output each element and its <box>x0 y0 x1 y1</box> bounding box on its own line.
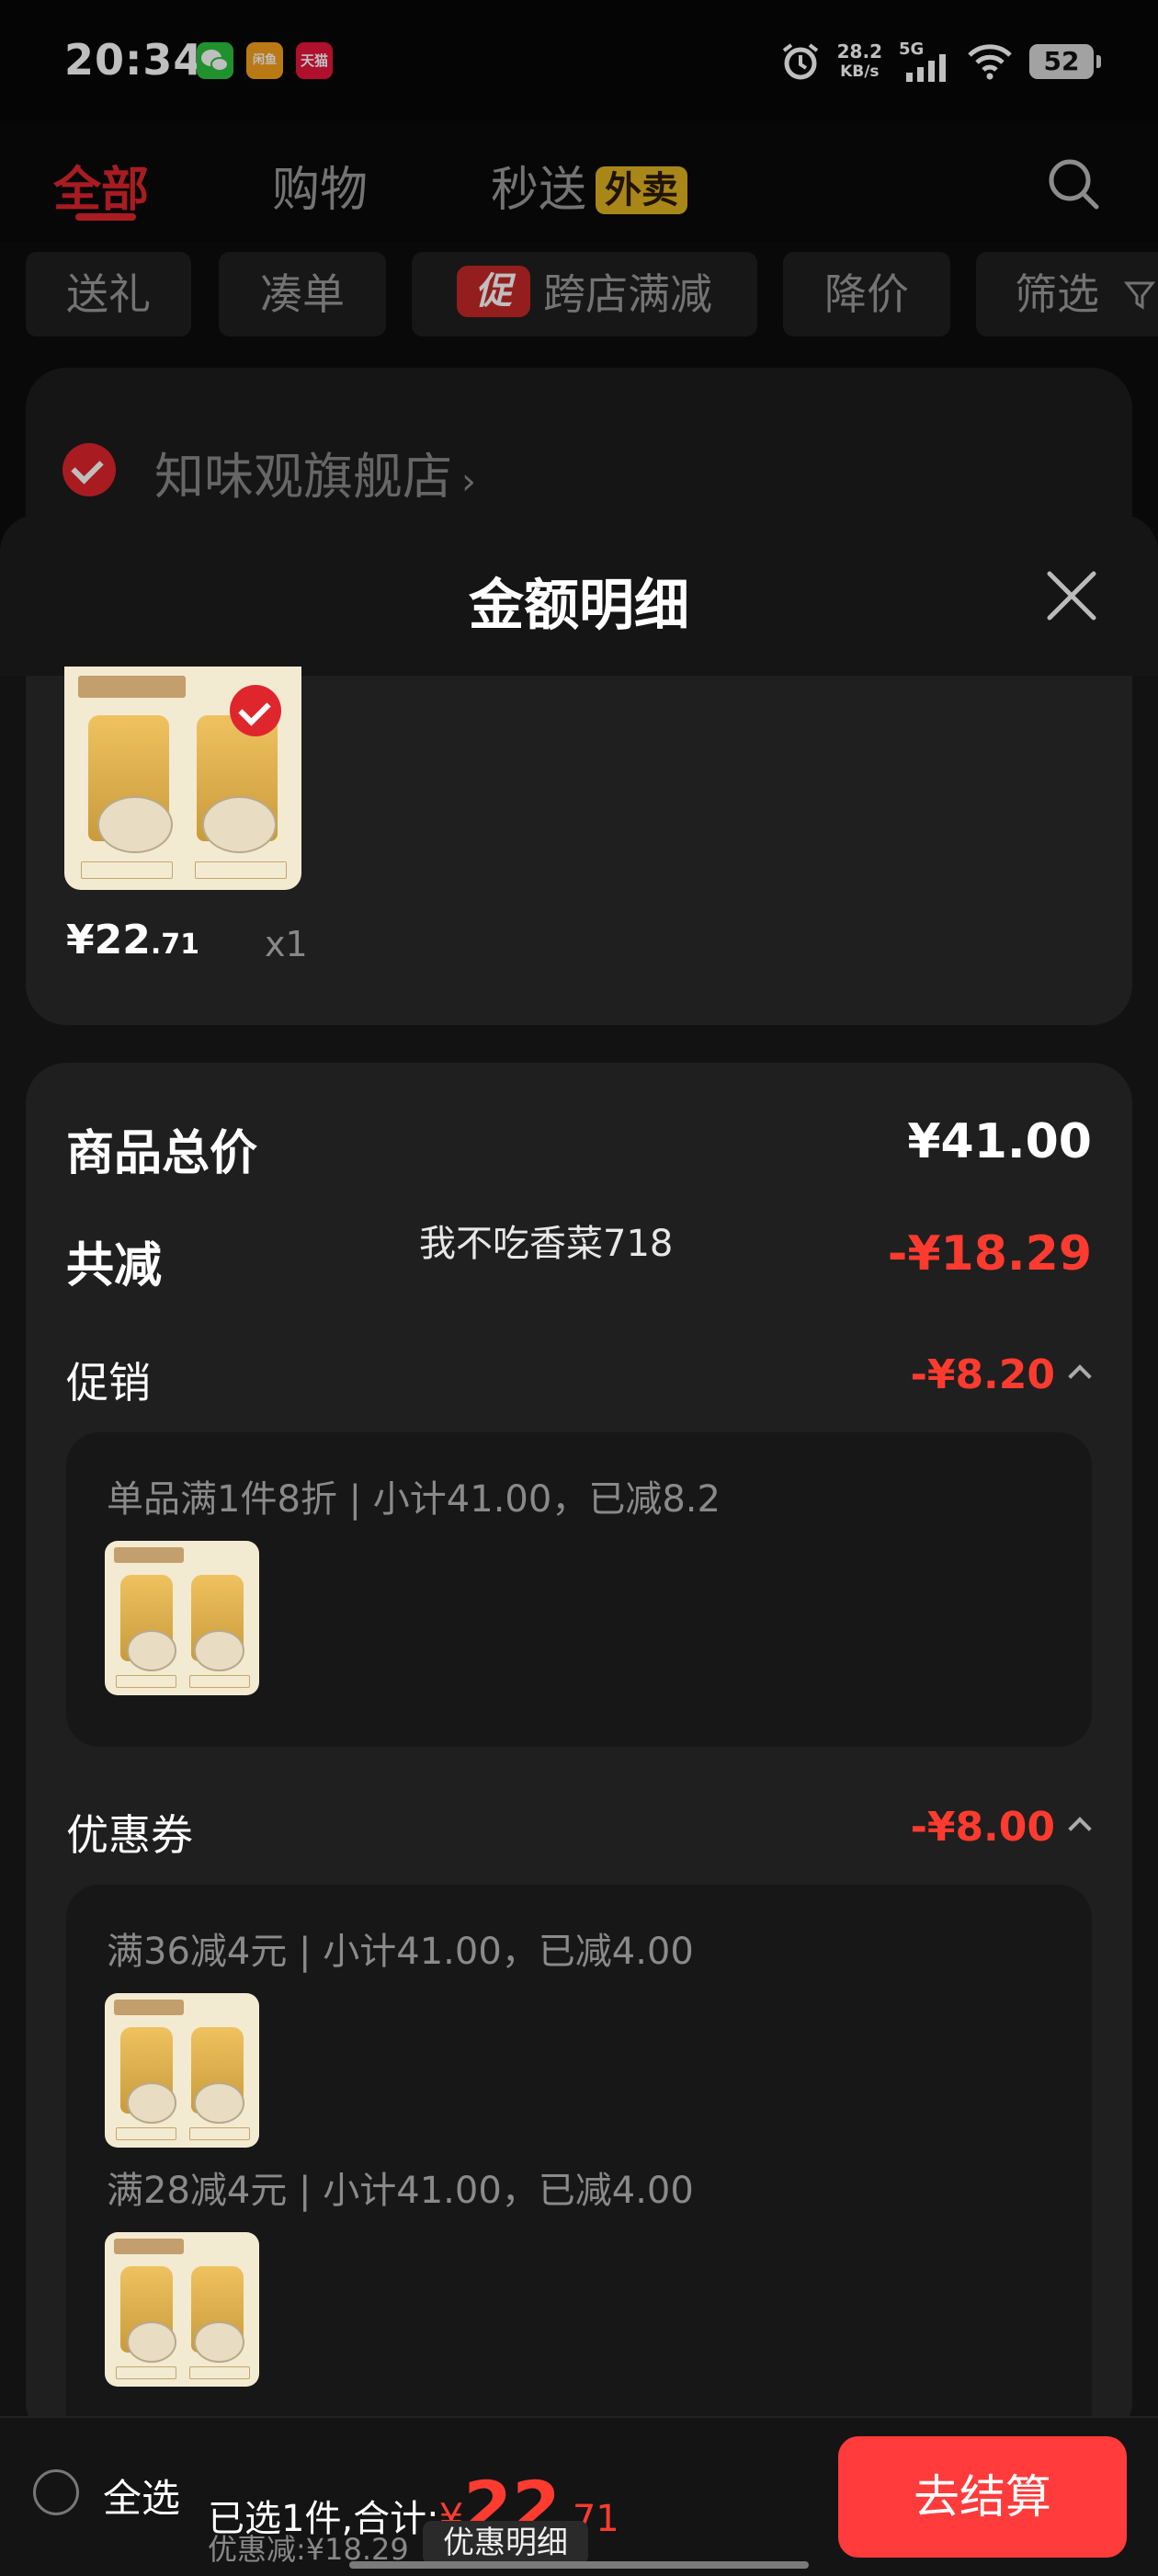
home-indicator[interactable] <box>349 2561 809 2569</box>
chevron-up-icon <box>1068 1817 1092 1841</box>
filter-icon <box>1123 281 1155 310</box>
coupon-product-image-2 <box>105 2232 259 2387</box>
tab-all[interactable]: 全部 <box>53 151 149 220</box>
chevron-up-icon <box>1068 1364 1092 1388</box>
user-watermark: 我不吃香菜718 <box>419 1223 674 1265</box>
total-price-value: ¥41.00 <box>907 1114 1092 1169</box>
chip-filter[interactable]: 筛选 <box>976 252 1158 336</box>
item-check-icon[interactable] <box>230 685 281 736</box>
promo-product-image <box>105 1541 259 1695</box>
promo-label: 促销 <box>66 1358 151 1408</box>
discount-detail-button[interactable]: 优惠明细 <box>423 2521 588 2565</box>
coupon-toggle[interactable]: -¥8.00 <box>911 1804 1092 1851</box>
alarm-icon <box>782 43 818 80</box>
tab-active-indicator <box>75 213 136 221</box>
battery-icon: 52 <box>1029 44 1101 79</box>
tab-instant-delivery[interactable]: 秒送 外卖 <box>491 151 688 220</box>
signal-icon: 5G <box>899 40 950 82</box>
checkout-button[interactable]: 去结算 <box>838 2436 1127 2558</box>
status-bar: 20:34 闲鱼 天猫 28.2 KB/s 5G 52 <box>0 0 1158 123</box>
total-price-label: 商品总价 <box>66 1126 258 1181</box>
select-all-radio[interactable] <box>33 2469 79 2515</box>
wifi-icon <box>968 44 1012 80</box>
coupon-label: 优惠券 <box>66 1810 193 1860</box>
chip-price-drop[interactable]: 降价 <box>783 252 950 336</box>
total-discount-label: 共减 <box>66 1238 163 1294</box>
tab-shopping[interactable]: 购物 <box>272 151 368 220</box>
chip-combine[interactable]: 凑单 <box>219 252 386 336</box>
tmall-icon: 天猫 <box>296 42 333 79</box>
promo-toggle[interactable]: -¥8.20 <box>911 1351 1092 1398</box>
waimai-badge: 外卖 <box>596 166 688 214</box>
xianyu-icon: 闲鱼 <box>246 42 283 79</box>
filter-chips: 送礼 凑单 促跨店满减 降价 筛选 <box>0 248 1158 340</box>
item-price: ¥22.71 <box>66 917 200 963</box>
promo-detail-text: 单品满1件8折 | 小计41.00，已减8.2 <box>107 1478 721 1521</box>
search-icon[interactable] <box>1046 156 1101 211</box>
store-name[interactable]: 知味观旗舰店 › <box>154 436 476 508</box>
chip-cross-store[interactable]: 促跨店满减 <box>412 252 757 336</box>
promo-tag: 促 <box>457 266 530 317</box>
coupon-detail-box: 满36减4元 | 小计41.00，已减4.00 满28减4元 | 小计41.00… <box>66 1885 1092 2418</box>
amount-detail-sheet: 金额明细 ¥22.71 x1 商品总价 ¥41.00 共减 -¥18.29 促销… <box>0 515 1158 2418</box>
checkout-bar: 全选 已选1件,合计:¥22.71 优惠减:¥18.29 优惠明细 去结算 <box>0 2416 1158 2576</box>
select-all-label[interactable]: 全选 <box>103 2468 180 2524</box>
wechat-icon <box>197 42 233 79</box>
net-speed: 28.2 KB/s <box>836 40 882 81</box>
sheet-header: 金额明细 <box>0 515 1158 676</box>
coupon-product-image-1 <box>105 1993 259 2148</box>
status-right-icons: 28.2 KB/s 5G 52 <box>780 39 1101 85</box>
top-tabs: 全部 购物 秒送 外卖 <box>0 123 1158 243</box>
item-quantity: x1 <box>265 924 308 964</box>
total-discount-value: -¥18.29 <box>887 1226 1092 1282</box>
chip-gift[interactable]: 送礼 <box>26 252 191 336</box>
cart-item-card: ¥22.71 x1 <box>26 667 1132 1025</box>
store-check-icon[interactable] <box>62 443 116 496</box>
promo-detail-box: 单品满1件8折 | 小计41.00，已减8.2 <box>66 1432 1092 1747</box>
close-icon[interactable] <box>1044 568 1099 623</box>
coupon-detail-text-2: 满28减4元 | 小计41.00，已减4.00 <box>107 2170 694 2212</box>
coupon-detail-text-1: 满36减4元 | 小计41.00，已减4.00 <box>107 1931 694 1973</box>
sheet-title: 金额明细 <box>469 574 689 638</box>
status-time: 20:34 <box>64 35 204 85</box>
